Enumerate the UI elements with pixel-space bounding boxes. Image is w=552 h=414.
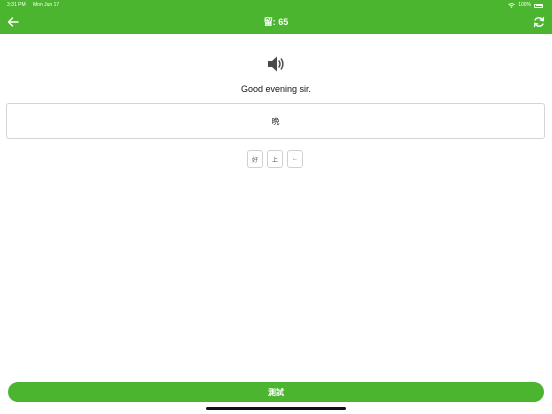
answer-field[interactable]: 晩 xyxy=(6,103,545,139)
battery-percent: 100% xyxy=(518,2,531,8)
test-button[interactable]: 測試 xyxy=(8,382,544,402)
choice-tile[interactable]: 上 xyxy=(267,150,283,168)
play-audio-button[interactable] xyxy=(266,54,286,74)
choice-tiles: 好 上 ← xyxy=(247,150,303,168)
wifi-icon xyxy=(508,3,516,8)
status-time: 3:31 PM xyxy=(7,2,26,8)
choice-tile[interactable]: 好 xyxy=(247,150,263,168)
navigation-bar: 3:31 PM Mon Jun 17 100% 留: 65 xyxy=(0,0,552,34)
choice-tile[interactable]: ← xyxy=(287,150,303,168)
status-bar-right: 100% xyxy=(508,2,543,9)
speaker-icon xyxy=(268,56,284,72)
battery-icon xyxy=(534,3,543,8)
status-bar-left: 3:31 PM Mon Jun 17 xyxy=(7,2,59,9)
prompt-sentence: Good evening sir. xyxy=(240,84,312,94)
sync-icon xyxy=(533,16,545,28)
answer-text: 晩 xyxy=(271,116,280,126)
page-title: 留: 65 xyxy=(263,17,289,27)
status-date: Mon Jun 17 xyxy=(33,2,60,8)
home-indicator xyxy=(206,407,346,410)
sync-button[interactable] xyxy=(532,15,546,29)
